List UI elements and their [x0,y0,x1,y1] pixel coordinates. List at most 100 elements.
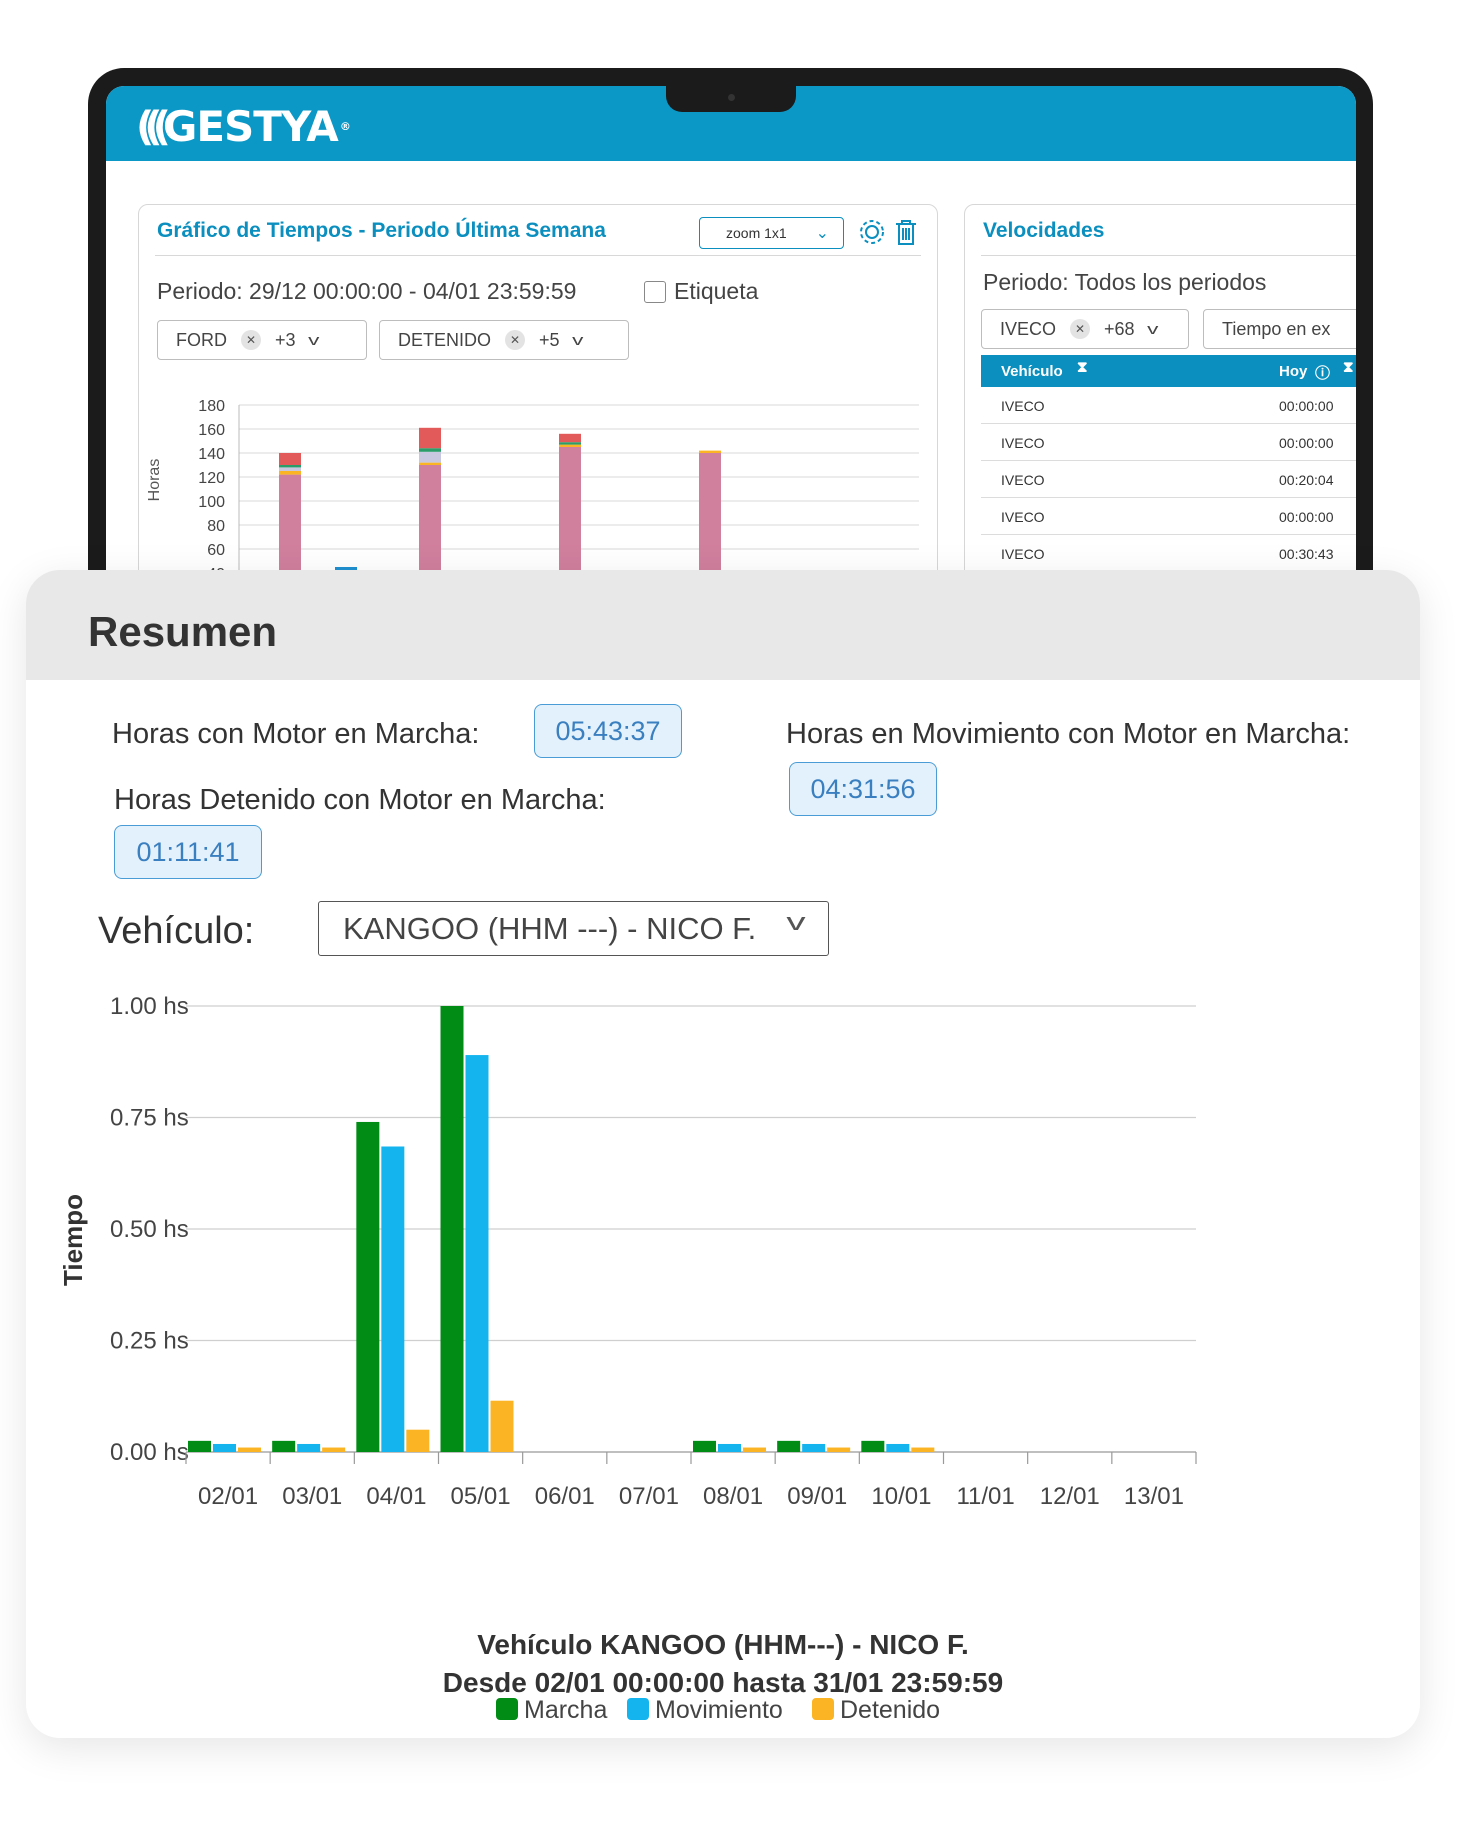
stacked-bar-segment [279,453,301,465]
bar-movimiento [297,1443,321,1452]
bar-movimiento [718,1443,741,1452]
filter-value: Tiempo en ex [1222,318,1331,339]
table-header: Vehículo ⧗ Hoy ⓘ ⧗ [981,355,1356,387]
bar-detenido [490,1400,514,1452]
chart-title: Vehículo KANGOO (HHM---) - NICO F. [477,1629,969,1660]
chevron-down-icon: ⌄ [815,225,829,242]
bar-detenido [911,1447,935,1452]
filter-value: FORD [176,329,227,350]
stacked-bar-segment [559,433,581,443]
y-tick-label: 0.50 hs [110,1216,189,1243]
legend-label: Marcha [524,1696,607,1724]
cell-vehicle: IVECO [1001,509,1045,525]
y-tick-label: 100 [198,494,225,511]
table-row[interactable]: IVECO 00:00:00 [981,424,1356,461]
bar-marcha [356,1121,380,1452]
x-tick-label: 10/01 [871,1483,931,1510]
info-icon[interactable]: ⓘ [1315,362,1330,383]
chart-ylabel: Horas [146,459,163,502]
x-tick-label: 02/01 [198,1483,258,1510]
x-tick-label: 13/01 [1124,1483,1184,1510]
x-tick-label: 03/01 [282,1483,342,1510]
chevron-down-icon: v [786,909,806,936]
cell-today: 00:00:00 [1279,509,1334,525]
stacked-bar-segment [419,448,441,452]
zoom-value: zoom 1x1 [726,225,787,241]
remove-icon[interactable]: ✕ [241,330,261,350]
stacked-bar-segment [279,465,301,468]
stacked-bar-segment [699,450,721,453]
y-tick-label: 0.25 hs [110,1328,189,1355]
bar-detenido [827,1447,851,1452]
table-row[interactable]: IVECO 00:00:00 [981,387,1356,424]
bar-detenido [743,1447,766,1452]
sort-icon[interactable]: ⧗ [1077,359,1088,376]
x-tick-label: 09/01 [787,1483,847,1510]
gestya-logo[interactable]: ((( GESTYA ® [136,102,351,151]
motor-marcha-value: 05:43:37 [534,704,682,758]
table-row[interactable]: IVECO 00:30:43 [981,535,1356,572]
trash-icon[interactable] [891,217,921,247]
x-tick-label: 08/01 [703,1483,763,1510]
logo-waves-icon: ((( [136,103,171,150]
stacked-bar-segment [559,444,581,447]
filter-more: +5 [539,329,560,350]
y-tick-label: 1.00 hs [110,993,189,1020]
filter-value: IVECO [1000,318,1057,339]
detenido-label: Horas Detenido con Motor en Marcha: [114,784,606,816]
resumen-title: Resumen [88,608,278,655]
filter-value: DETENIDO [398,329,492,350]
stacked-bar-segment [419,462,441,465]
x-tick-label: 06/01 [535,1483,595,1510]
etiqueta-label: Etiqueta [674,278,759,304]
y-tick-label: 180 [198,398,225,415]
velocidades-period: Periodo: Todos los periodos [983,269,1267,295]
stacked-bar-segment [279,467,301,471]
time-filter-select[interactable]: Tiempo en ex [1203,309,1356,349]
tiempos-period: Periodo: 29/12 00:00:00 - 04/01 23:59:59 [157,278,577,304]
bar-movimiento [213,1443,236,1452]
cell-today: 00:30:43 [1279,546,1334,562]
vehicle-filter-select[interactable]: FORD ✕ +3 v [157,320,367,360]
bar-marcha [440,1006,464,1452]
zoom-select[interactable]: zoom 1x1 ⌄ [699,217,844,249]
bar-movimiento [802,1443,826,1452]
checkbox-box[interactable] [644,280,666,303]
chart-ylabel: Tiempo [58,1194,88,1286]
cell-vehicle: IVECO [1001,435,1045,451]
gear-icon[interactable] [857,217,887,247]
bar-detenido [406,1429,430,1452]
tiempos-title: Gráfico de Tiempos - Periodo Última Sema… [157,219,606,242]
y-tick-label: 0.75 hs [110,1105,189,1132]
stacked-bar-segment [419,427,441,449]
bar-movimiento [886,1443,910,1452]
chart-subtitle: Desde 02/01 00:00:00 hasta 31/01 23:59:5… [443,1667,1003,1698]
legend-swatch [496,1698,518,1720]
remove-icon[interactable]: ✕ [1070,319,1091,339]
resumen-card: Resumen Horas con Motor en Marcha: 05:43… [26,570,1420,1738]
filter-more: +3 [275,329,296,350]
sort-icon[interactable]: ⧗ [1343,359,1354,376]
bar-marcha [861,1440,885,1452]
cell-today: 00:00:00 [1279,398,1334,414]
legend-swatch [627,1698,649,1720]
legend-label: Detenido [840,1696,940,1724]
movimiento-label: Horas en Movimiento con Motor en Marcha: [786,718,1351,750]
vehiculo-select[interactable]: KANGOO (HHM ---) - NICO F. v [318,901,829,956]
table-row[interactable]: IVECO 00:20:04 [981,461,1356,498]
y-tick-label: 60 [207,542,225,559]
column-header-hoy[interactable]: Hoy [1279,363,1307,380]
etiqueta-checkbox[interactable]: Etiqueta [644,278,758,305]
filter-more: +68 [1104,318,1135,339]
y-tick-label: 0.00 hs [110,1439,189,1466]
state-filter-select[interactable]: DETENIDO ✕ +5 v [379,320,629,360]
vehicle-filter-select[interactable]: IVECO ✕ +68 v [981,309,1189,349]
table-row[interactable]: IVECO 00:00:00 [981,498,1356,535]
x-tick-label: 11/01 [956,1483,1014,1510]
column-header-vehiculo[interactable]: Vehículo [1001,363,1063,380]
bar-movimiento [381,1146,405,1452]
bar-marcha [777,1440,801,1452]
bar-marcha [272,1440,296,1452]
stacked-bar-segment [279,471,301,475]
remove-icon[interactable]: ✕ [505,330,526,350]
